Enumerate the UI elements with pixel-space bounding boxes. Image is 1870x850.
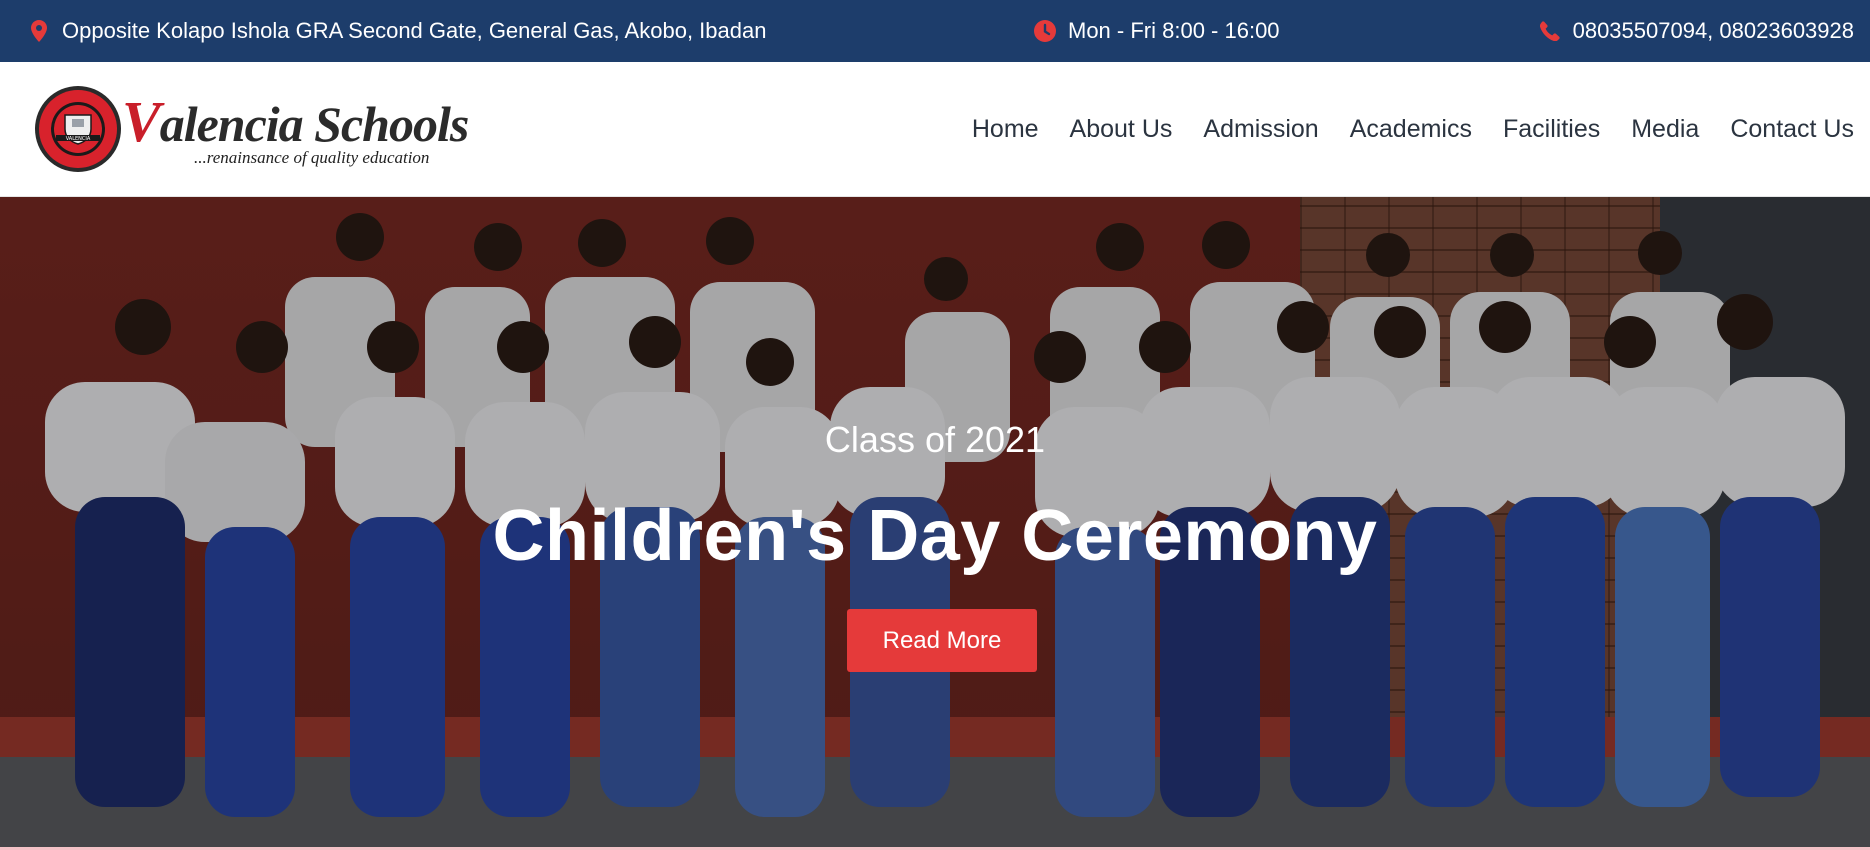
nav-media[interactable]: Media [1631, 115, 1699, 144]
site-logo[interactable]: VALENCIA Valencia Schools ...renainsance… [34, 82, 469, 174]
read-more-button[interactable]: Read More [847, 609, 1037, 672]
hero-slider: Class of 2021 Children's Day Ceremony Re… [0, 197, 1870, 850]
brand-tagline: ...renainsance of quality education [194, 148, 430, 167]
nav-home[interactable]: Home [972, 115, 1039, 144]
brand-name: Valencia Schools [122, 88, 470, 155]
nav-about-us[interactable]: About Us [1070, 115, 1173, 144]
opening-hours-info: Mon - Fri 8:00 - 16:00 [1034, 0, 1280, 62]
school-seal-logo: VALENCIA [35, 86, 121, 172]
nav-admission[interactable]: Admission [1203, 115, 1318, 144]
nav-facilities[interactable]: Facilities [1503, 115, 1600, 144]
map-pin-icon [28, 20, 50, 42]
main-navigation: Home About Us Admission Academics Facili… [941, 62, 1854, 197]
hero-title: Children's Day Ceremony [492, 496, 1378, 576]
brand-name-rest: alencia Schools [159, 96, 470, 152]
svg-text:VALENCIA: VALENCIA [66, 136, 91, 142]
hero-subtitle: Class of 2021 [824, 419, 1046, 460]
clock-icon [1034, 20, 1056, 42]
phone-text[interactable]: 08035507094, 08023603928 [1573, 18, 1854, 44]
opening-hours-text: Mon - Fri 8:00 - 16:00 [1068, 18, 1280, 43]
nav-contact-us[interactable]: Contact Us [1730, 115, 1854, 144]
address-text: Opposite Kolapo Ishola GRA Second Gate, … [62, 18, 767, 43]
site-header: VALENCIA Valencia Schools ...renainsance… [0, 62, 1870, 197]
brand-initial: V [122, 89, 161, 154]
phone-info[interactable]: 08035507094, 08023603928 [1539, 0, 1854, 62]
top-info-bar: Opposite Kolapo Ishola GRA Second Gate, … [0, 0, 1870, 62]
nav-academics[interactable]: Academics [1350, 115, 1472, 144]
phone-icon [1539, 20, 1561, 42]
address-info: Opposite Kolapo Ishola GRA Second Gate, … [28, 0, 766, 62]
